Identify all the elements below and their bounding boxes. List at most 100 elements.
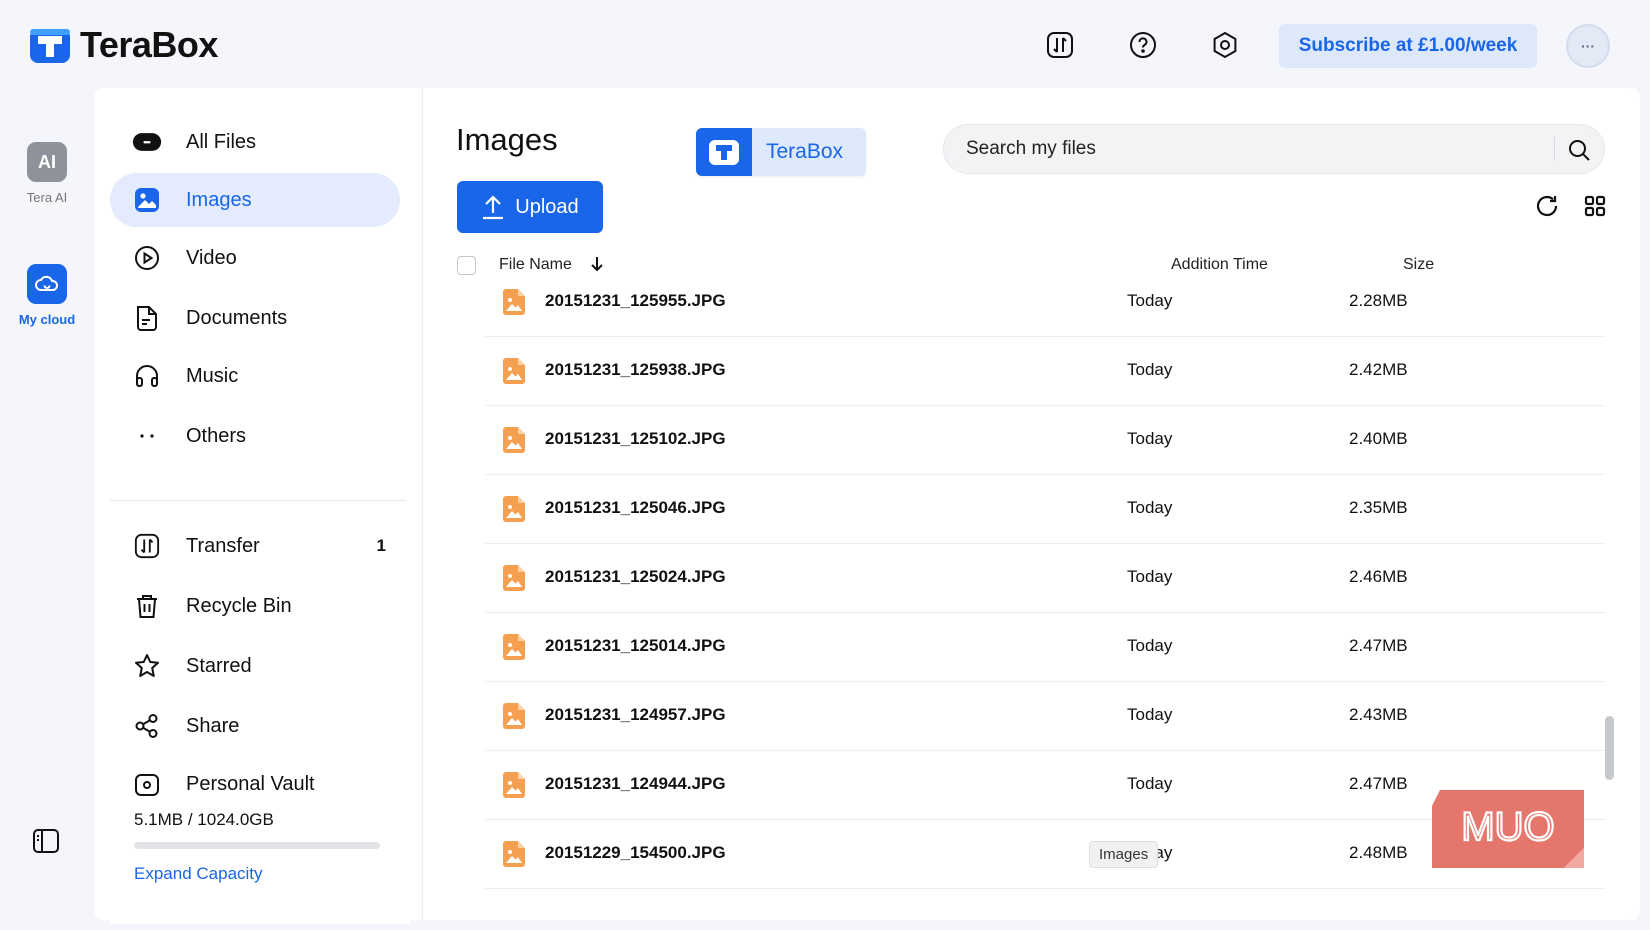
share-icon	[132, 711, 162, 741]
sidebar-divider	[110, 500, 406, 501]
sidebar-toggle-icon[interactable]	[32, 828, 60, 859]
table-row[interactable]: 20151231_125024.JPG Today 2.46MB	[485, 544, 1605, 613]
image-file-icon	[501, 495, 527, 523]
terabox-chip[interactable]: TeraBox	[696, 128, 866, 176]
search-divider	[1554, 137, 1555, 161]
terabox-chip-icon	[696, 128, 752, 176]
sidebar: All Files Images Video Documents Music O…	[94, 88, 422, 924]
column-file-name[interactable]: File Name	[499, 256, 572, 274]
expand-capacity-link[interactable]: Expand Capacity	[134, 864, 263, 884]
sidebar-item-label: Recycle Bin	[186, 594, 292, 617]
terabox-logo-icon	[30, 29, 70, 63]
image-file-icon	[501, 633, 527, 661]
star-icon	[132, 651, 162, 681]
documents-icon	[132, 303, 162, 333]
file-time: Today	[1127, 705, 1173, 724]
file-name: 20151231_125102.JPG	[545, 429, 726, 448]
file-size: 2.46MB	[1349, 567, 1408, 586]
sidebar-item-starred[interactable]: Starred	[110, 639, 400, 693]
search-box	[943, 124, 1605, 174]
sidebar-item-video[interactable]: Video	[110, 231, 400, 285]
terabox-chip-label: TeraBox	[766, 140, 844, 163]
sidebar-item-music[interactable]: Music	[110, 349, 400, 403]
settings-icon[interactable]	[1208, 28, 1242, 62]
image-file-icon	[501, 288, 527, 316]
transfer-icon[interactable]	[1043, 28, 1077, 62]
image-file-icon	[501, 357, 527, 385]
table-header: File Name Addition Time Size	[457, 246, 1617, 286]
file-size: 2.40MB	[1349, 429, 1408, 448]
file-name: 20151231_125938.JPG	[545, 360, 726, 379]
image-file-icon	[501, 564, 527, 592]
sidebar-item-label: Share	[186, 714, 240, 737]
image-file-icon	[501, 840, 527, 868]
sidebar-item-share[interactable]: Share	[110, 699, 400, 753]
sidebar-item-images[interactable]: Images	[110, 173, 400, 227]
tooltip: Images	[1089, 841, 1159, 868]
rail-item-my-cloud[interactable]: My cloud	[8, 264, 86, 327]
upload-label: Upload	[515, 195, 579, 218]
file-time: Today	[1127, 291, 1173, 310]
table-row[interactable]: 20151231_125955.JPG Today 2.28MB	[485, 286, 1605, 337]
image-file-icon	[501, 426, 527, 454]
grid-view-icon[interactable]	[1581, 192, 1609, 220]
sidebar-item-label: Starred	[186, 654, 252, 677]
sort-arrow-down-icon[interactable]	[589, 255, 605, 278]
file-name: 20151231_125955.JPG	[545, 291, 726, 310]
file-size: 2.48MB	[1349, 843, 1408, 862]
file-time: Today	[1127, 774, 1173, 793]
sidebar-item-personal-vault[interactable]: Personal Vault	[110, 757, 400, 811]
column-size[interactable]: Size	[1403, 256, 1434, 274]
file-name: 20151229_154500.JPG	[545, 843, 726, 862]
trash-icon	[132, 591, 162, 621]
help-icon[interactable]	[1126, 28, 1160, 62]
others-icon	[132, 421, 162, 451]
all-files-icon	[132, 127, 162, 157]
file-time: Today	[1127, 429, 1173, 448]
file-size: 2.47MB	[1349, 636, 1408, 655]
video-icon	[132, 243, 162, 273]
brand-name: TeraBox	[80, 24, 218, 65]
terabox-logo[interactable]: TeraBox	[28, 24, 218, 66]
file-name: 20151231_125014.JPG	[545, 636, 726, 655]
sidebar-item-label: Transfer	[186, 534, 260, 557]
subscribe-button[interactable]: Subscribe at £1.00/week	[1279, 24, 1537, 68]
sidebar-item-others[interactable]: Others	[110, 409, 400, 463]
file-time: Today	[1127, 498, 1173, 517]
file-time: Today	[1127, 636, 1173, 655]
rail-item-tera-ai[interactable]: AI Tera AI	[8, 142, 86, 205]
file-name: 20151231_125046.JPG	[545, 498, 726, 517]
top-bar: TeraBox Subscribe at £1.00/week ···	[0, 0, 1650, 88]
image-file-icon	[501, 771, 527, 799]
file-size: 2.28MB	[1349, 291, 1408, 310]
file-size: 2.35MB	[1349, 498, 1408, 517]
file-time: Today	[1127, 567, 1173, 586]
file-name: 20151231_124957.JPG	[545, 705, 726, 724]
avatar[interactable]: ···	[1566, 24, 1610, 68]
search-icon[interactable]	[1564, 135, 1594, 165]
cloud-icon	[27, 264, 67, 304]
table-row[interactable]: 20151231_125102.JPG Today 2.40MB	[485, 406, 1605, 475]
upload-button[interactable]: Upload	[457, 181, 603, 233]
sidebar-item-transfer[interactable]: Transfer 1	[110, 519, 400, 573]
refresh-icon[interactable]	[1533, 192, 1561, 220]
music-icon	[132, 361, 162, 391]
table-row[interactable]: 20151231_125046.JPG Today 2.35MB	[485, 475, 1605, 544]
sidebar-item-all-files[interactable]: All Files	[110, 115, 400, 169]
transfer-count-badge: 1	[376, 536, 386, 555]
table-row[interactable]: 20151231_125014.JPG Today 2.47MB	[485, 613, 1605, 682]
transfer-icon	[132, 531, 162, 561]
file-size: 2.43MB	[1349, 705, 1408, 724]
column-addition-time[interactable]: Addition Time	[1171, 256, 1268, 274]
table-row[interactable]: 20151231_124957.JPG Today 2.43MB	[485, 682, 1605, 751]
select-all-checkbox[interactable]	[457, 256, 476, 275]
sidebar-item-label: Music	[186, 364, 239, 387]
ai-icon: AI	[27, 142, 67, 182]
sidebar-item-recycle-bin[interactable]: Recycle Bin	[110, 579, 400, 633]
muo-watermark-logo: MUO	[1428, 786, 1588, 870]
search-input[interactable]	[966, 125, 1526, 173]
vault-icon	[132, 769, 162, 799]
table-row[interactable]: 20151231_125938.JPG Today 2.42MB	[485, 337, 1605, 406]
scrollbar-thumb[interactable]	[1605, 716, 1614, 780]
sidebar-item-documents[interactable]: Documents	[110, 291, 400, 345]
